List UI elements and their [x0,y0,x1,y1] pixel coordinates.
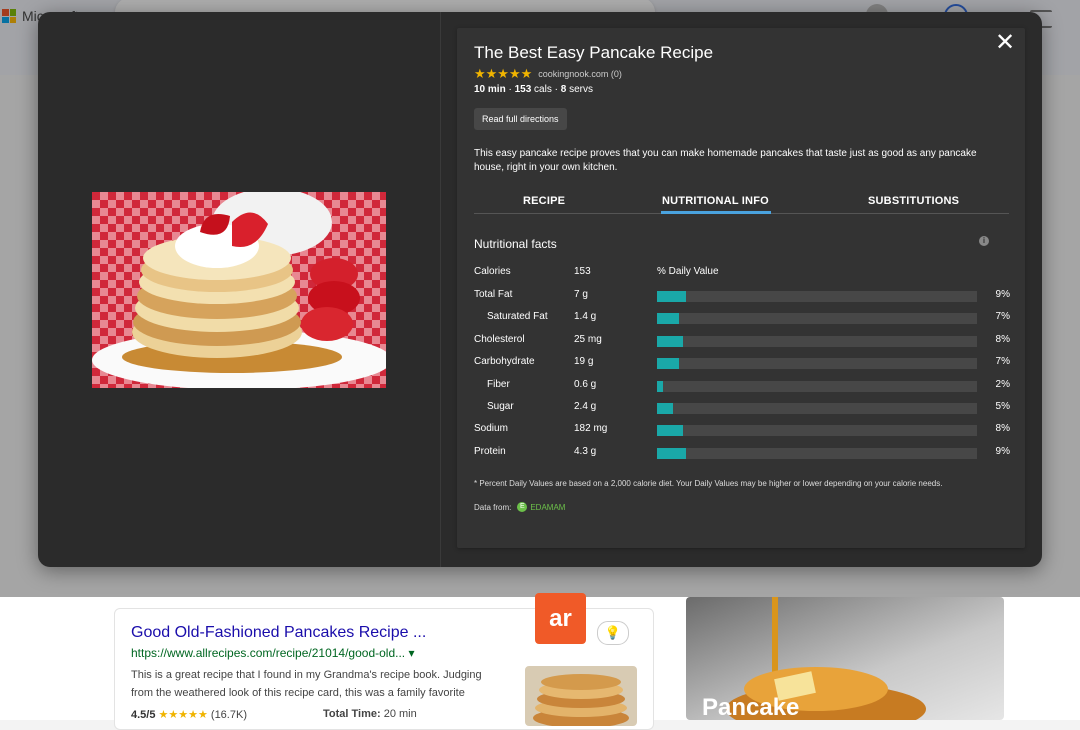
nutrient-amount: 182 mg [574,423,608,435]
recipe-rating: ★★★★★ cookingnook.com (0) [474,66,622,82]
data-from-label: Data from: [474,502,512,512]
nutrient-percent: 9% [995,445,1010,457]
result-thumbnail[interactable] [525,666,637,726]
daily-value-bar [657,380,977,392]
result-url[interactable]: https://www.allrecipes.com/recipe/21014/… [131,646,415,660]
daily-value-bar [657,313,977,325]
daily-value-bar [657,425,977,437]
nutritional-facts-heading: Nutritional facts [474,237,557,251]
total-time-label: Total Time: [323,708,381,720]
nutrient-amount: 1.4 g [574,311,597,323]
lightbulb-icon[interactable]: 💡 [597,621,629,645]
nutrient-name: Total Fat [474,289,513,300]
nutrient-percent: 7% [995,311,1010,323]
total-time-value: 20 min [383,708,417,720]
info-icon[interactable]: i [979,236,989,246]
calories-label: Calories [474,266,511,277]
tab-substitutions[interactable]: SUBSTITUTIONS [868,195,959,207]
daily-value-bar-fill [657,403,673,414]
daily-value-bar [657,291,977,302]
nutrient-name: Fiber [487,378,510,390]
edamam-logo-icon: E [517,502,528,512]
recipe-source[interactable]: cookingnook.com (0) [538,69,622,79]
nutrient-percent: 2% [995,378,1010,390]
recipe-description: This easy pancake recipe proves that you… [474,148,977,173]
data-source: Data from: E EDAMAM [474,502,565,512]
modal-divider [440,12,441,567]
daily-value-bar-fill [657,358,680,370]
daily-value-bar [657,403,977,414]
daily-value-bar-fill [657,335,683,347]
rating-count: (16.7K) [210,709,247,721]
daily-value-bar-fill [657,291,686,302]
recipe-servs-label: servs [569,84,593,95]
nutrient-name: Cholesterol [474,333,525,345]
result-rating: 4.5/5 ★★★★★ (16.7K) [131,708,247,721]
nutrient-amount: 0.6 g [574,378,597,390]
nutrient-percent: 5% [995,401,1010,412]
pancake-knowledge-card[interactable]: Pancake [686,597,1004,720]
daily-value-bar-fill [657,380,664,392]
chevron-down-icon[interactable]: ▾ [409,646,415,660]
nutrient-percent: 8% [995,423,1010,435]
nutrient-row: Sodium 182 mg 8% [474,423,1010,437]
recipe-title: The Best Easy Pancake Recipe [474,43,714,62]
recipe-meta: 10 min · 153 cals · 8 servs [474,84,593,95]
daily-value-bar-fill [657,313,680,325]
nutrient-name: Sugar [487,401,514,412]
daily-value-bar [657,447,977,459]
daily-value-header: % Daily Value [657,266,719,277]
daily-value-bar-fill [657,447,686,459]
nutrient-name: Carbohydrate [474,356,535,368]
daily-value-footnote: * Percent Daily Values are based on a 2,… [474,479,943,488]
result-snippet: This is a great recipe that I found in m… [131,669,482,699]
nutrient-row: Total Fat 7 g 9% [474,289,1010,303]
nutrient-name: Protein [474,445,506,457]
nutrient-percent: 8% [995,333,1010,345]
recipe-time: 10 min [474,84,506,95]
close-icon[interactable]: ✕ [995,31,1015,55]
nutrient-percent: 9% [995,289,1010,300]
nutrient-row: Carbohydrate 19 g 7% [474,356,1010,370]
recipe-cals-label: cals [534,84,552,95]
recipe-tabs: RECIPE NUTRITIONAL INFO SUBSTITUTIONS [474,183,1009,214]
nutrient-row: Fiber 0.6 g 2% [474,379,1010,393]
allrecipes-logo[interactable]: ar [535,593,586,644]
nutrient-percent: 7% [995,356,1010,368]
recipe-image [92,192,386,388]
daily-value-bar [657,358,977,370]
nutrient-name: Sodium [474,423,508,435]
edamam-link[interactable]: E EDAMAM [517,502,565,512]
nutrient-amount: 2.4 g [574,401,597,412]
nutrient-amount: 4.3 g [574,445,597,457]
nutrition-panel: The Best Easy Pancake Recipe ★★★★★ cooki… [457,28,1025,548]
nutrient-amount: 25 mg [574,333,602,345]
nutrient-row: Protein 4.3 g 9% [474,446,1010,460]
active-tab-indicator [661,211,771,214]
rating-value: 4.5/5 [131,709,156,721]
result-title[interactable]: Good Old-Fashioned Pancakes Recipe ... [131,624,426,642]
total-time: Total Time: 20 min [323,708,417,720]
tab-recipe[interactable]: RECIPE [523,195,565,207]
calories-value: 153 [574,266,591,277]
nutrient-row: Saturated Fat 1.4 g 7% [474,311,1010,325]
edamam-label: EDAMAM [530,502,566,512]
nutrient-amount: 7 g [574,289,588,300]
recipe-cals: 153 [514,84,532,95]
read-full-directions-button[interactable]: Read full directions [474,108,567,130]
star-icon: ★★★★★ [474,66,533,81]
nutrient-row: Sugar 2.4 g 5% [474,401,1010,415]
nutrient-name: Saturated Fat [487,311,548,323]
pancake-label: Pancake [702,694,800,720]
daily-value-bar-fill [657,425,683,437]
tab-nutritional-info[interactable]: NUTRITIONAL INFO [662,195,769,207]
nutrient-amount: 19 g [574,356,594,368]
daily-value-bar [657,335,977,347]
star-icon: ★★★★★ [158,709,208,721]
result-url-text[interactable]: https://www.allrecipes.com/recipe/21014/… [131,646,405,660]
nutrient-row: Cholesterol 25 mg 8% [474,334,1010,348]
recipe-servs: 8 [560,84,567,95]
